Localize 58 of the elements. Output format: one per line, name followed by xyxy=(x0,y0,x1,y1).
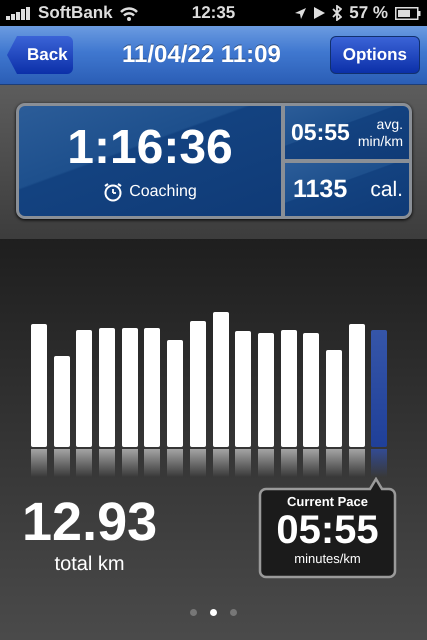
pace-bar[interactable] xyxy=(326,350,342,447)
screen-title: 11/04/22 11:09 xyxy=(122,41,281,69)
pace-bar[interactable] xyxy=(54,356,70,447)
page-dot[interactable] xyxy=(190,609,197,616)
callout-title: Current Pace xyxy=(287,494,368,509)
bar-reflection xyxy=(212,449,228,477)
bar-reflection xyxy=(76,449,92,477)
bar-reflection xyxy=(326,449,342,477)
pace-bar[interactable] xyxy=(235,331,252,447)
calories-value: 1135 xyxy=(293,175,348,204)
current-pace-unit: minutes/km xyxy=(294,551,361,566)
pace-bar[interactable] xyxy=(190,321,206,447)
bar-reflection xyxy=(280,449,297,477)
battery-percent: 57 % xyxy=(349,3,388,23)
pace-bar[interactable] xyxy=(280,330,297,447)
pace-bar[interactable] xyxy=(99,328,116,447)
coaching-label: Coaching xyxy=(129,183,197,201)
back-button[interactable]: Back xyxy=(7,36,73,74)
bar-reflection xyxy=(144,449,160,477)
bar-reflection xyxy=(258,449,274,477)
average-pace: 05:55 xyxy=(291,119,350,146)
page-dot[interactable] xyxy=(210,609,217,616)
bar-reflection xyxy=(190,449,206,477)
play-icon xyxy=(314,7,326,19)
clock-time: 12:35 xyxy=(192,3,236,22)
carrier-name: SoftBank xyxy=(38,3,113,23)
battery-icon xyxy=(395,6,422,20)
bluetooth-icon xyxy=(332,5,342,21)
bar-reflection xyxy=(122,449,138,477)
options-button[interactable]: Options xyxy=(330,36,420,74)
current-pace-value: 05:55 xyxy=(276,509,379,551)
wifi-icon xyxy=(118,6,139,20)
pace-bar[interactable] xyxy=(144,328,160,447)
bar-reflection xyxy=(371,449,388,477)
pace-bar[interactable] xyxy=(76,330,92,447)
pace-bar[interactable] xyxy=(348,324,365,447)
distance-unit: total km xyxy=(54,553,125,576)
bar-reflection xyxy=(31,449,47,477)
bar-reflection xyxy=(54,449,70,477)
bar-reflection xyxy=(99,449,116,477)
pace-unit-label: min/km xyxy=(358,132,403,149)
pace-bar[interactable] xyxy=(122,328,138,447)
pace-bar[interactable] xyxy=(212,312,228,447)
location-arrow-icon xyxy=(294,6,308,20)
duration-value: 1:16:36 xyxy=(67,124,233,172)
bar-reflection xyxy=(167,449,184,477)
bar-reflection xyxy=(235,449,252,477)
bar-reflection xyxy=(303,449,320,477)
pace-bar[interactable] xyxy=(167,340,184,447)
signal-icon xyxy=(6,6,32,20)
pace-unit-label: avg. xyxy=(376,116,403,132)
distance-value: 12.93 xyxy=(22,495,158,549)
pace-bar[interactable] xyxy=(303,333,320,447)
page-dot[interactable] xyxy=(230,609,237,616)
pace-bar[interactable] xyxy=(258,333,274,447)
calories-unit: cal. xyxy=(370,178,403,202)
stopwatch-icon xyxy=(103,182,124,202)
bar-reflection xyxy=(348,449,365,477)
